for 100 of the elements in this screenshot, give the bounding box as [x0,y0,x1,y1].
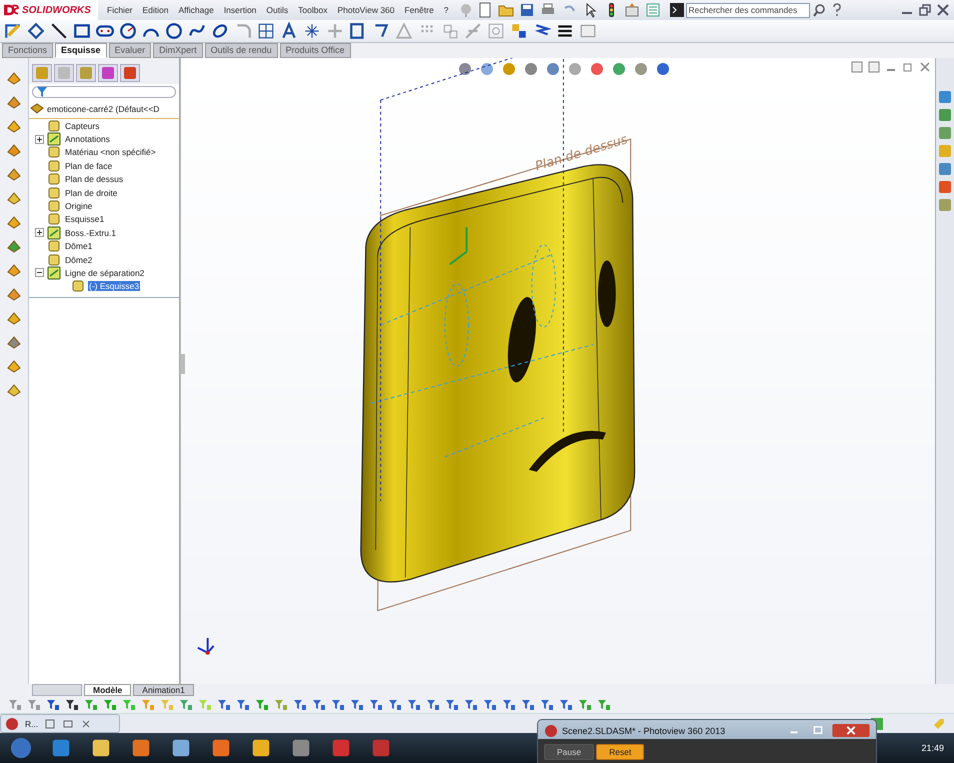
feature-tool-icon[interactable] [6,262,22,278]
close-icon[interactable] [936,3,950,17]
restore-icon[interactable] [44,718,56,730]
tree-item[interactable]: Plan de face [64,160,114,171]
feature-tool-icon[interactable] [6,382,22,398]
tree-item[interactable]: Capteurs [64,120,100,131]
tree-item[interactable]: Origine [64,201,94,212]
expander-icon[interactable] [35,268,44,278]
selection-filter-icon[interactable] [217,698,231,712]
menu-item[interactable]: ? [444,5,449,15]
task-pane-icon[interactable] [938,162,952,176]
model-tab[interactable]: Modèle [84,684,132,696]
selection-filter-icon[interactable] [445,698,459,712]
line-icon[interactable] [50,22,68,40]
menu-item[interactable]: PhotoView 360 [337,5,394,15]
command-tab[interactable]: Fonctions [2,43,54,58]
command-tab[interactable]: Outils de rendu [204,43,278,58]
minimized-window[interactable]: R... [0,714,120,733]
render-button[interactable]: Pause [544,744,594,760]
selection-filter-icon[interactable] [521,698,535,712]
tree-item[interactable]: Esquisse1 [64,214,106,224]
tree-item[interactable]: Plan de droite [64,188,118,198]
search-field[interactable]: Rechercher des commandes [686,2,810,18]
close-icon[interactable] [919,61,931,73]
options-icon[interactable] [624,2,640,18]
save-icon[interactable] [518,2,535,18]
new-document-icon[interactable] [476,2,493,18]
feature-tool-icon[interactable] [6,238,22,254]
tree-root-label[interactable]: emoticone-carré2 (Défaut<<D [46,104,160,114]
tree-item[interactable]: Matériau <non spécifié> [64,147,157,158]
selection-filter-icon[interactable] [65,698,79,712]
sketch-icon[interactable] [4,22,22,40]
menu-item[interactable]: Fichier [107,5,133,15]
rectangle-icon[interactable] [73,22,91,40]
render-button[interactable]: Reset [596,744,644,760]
tree-item[interactable]: Annotations [64,134,111,144]
feature-tool-icon[interactable] [6,334,22,350]
text-icon[interactable] [280,22,298,40]
tree-item[interactable]: Ligne de séparation2 [64,268,146,278]
selection-filter-icon[interactable] [540,698,554,712]
selection-filter-icon[interactable] [464,698,478,712]
task-pane-icon[interactable] [938,126,952,140]
expander-icon[interactable] [35,134,44,144]
selection-filter-icon[interactable] [350,698,364,712]
menu-item[interactable]: Toolbox [298,5,328,15]
feature-tool-icon[interactable] [6,142,22,158]
command-tab[interactable]: Esquisse [55,43,107,58]
menu-item[interactable]: Outils [266,5,288,15]
split-view-icon[interactable] [868,61,880,73]
circle-icon[interactable] [119,22,137,40]
feature-tool-icon[interactable] [6,94,22,110]
selection-filter-icon[interactable] [483,698,497,712]
feature-tool-icon[interactable] [6,286,22,302]
expander-icon[interactable] [35,228,44,238]
selection-filter-icon[interactable] [46,698,60,712]
tree-item[interactable]: Plan de dessus [64,174,124,184]
dimension-icon[interactable] [27,22,45,40]
selection-filter-icon[interactable] [312,698,326,712]
selection-filter-icon[interactable] [426,698,440,712]
ellipse-icon[interactable] [211,22,229,40]
selection-filter-icon[interactable] [331,698,345,712]
feature-tool-icon[interactable] [6,358,22,374]
menu-item[interactable]: Affichage [178,5,214,15]
command-tab[interactable]: DimXpert [153,43,203,58]
model-tab[interactable]: Animation1 [133,684,194,696]
menu-item[interactable]: Insertion [224,5,256,15]
panel-tab-icon[interactable] [98,64,118,82]
feature-tool-icon[interactable] [6,118,22,134]
feature-tool-icon[interactable] [6,310,22,326]
tree-item[interactable]: (-) Esquisse3 [88,281,140,292]
selection-filter-icon[interactable] [369,698,383,712]
tree-item[interactable]: Dôme1 [64,241,94,252]
filter-field[interactable] [32,86,176,98]
maximize-icon[interactable] [62,718,74,730]
command-tab[interactable]: Evaluer [108,43,152,58]
search-icon[interactable] [812,3,826,17]
selection-filter-icon[interactable] [502,698,516,712]
command-tab[interactable]: Produits Office [280,43,351,58]
menu-item[interactable]: Fenêtre [404,5,434,15]
panel-collapse-handle[interactable] [181,354,185,374]
list-icon[interactable] [644,2,661,18]
tree-item[interactable]: Dôme2 [64,254,94,265]
feature-tool-icon[interactable] [6,190,22,206]
panel-tab-icon[interactable] [120,64,140,82]
tree-item[interactable]: Boss.-Extru.1 [64,228,118,238]
close-icon[interactable] [80,718,92,730]
point-icon[interactable] [303,22,321,40]
selection-filter-icon[interactable] [407,698,421,712]
start-orb-icon[interactable] [10,737,32,759]
selection-filter-icon[interactable] [236,698,250,712]
task-pane-icon[interactable] [938,108,952,122]
feature-tool-icon[interactable] [6,214,22,230]
split-view-icon[interactable] [851,61,863,73]
feature-tool-icon[interactable] [6,166,22,182]
restore-icon[interactable] [902,61,914,73]
restore-icon[interactable] [918,3,932,17]
grid-icon[interactable] [257,22,275,40]
task-pane-icon[interactable] [938,180,952,194]
menu-item[interactable]: Edition [142,5,169,15]
feature-tool-icon[interactable] [6,70,22,86]
